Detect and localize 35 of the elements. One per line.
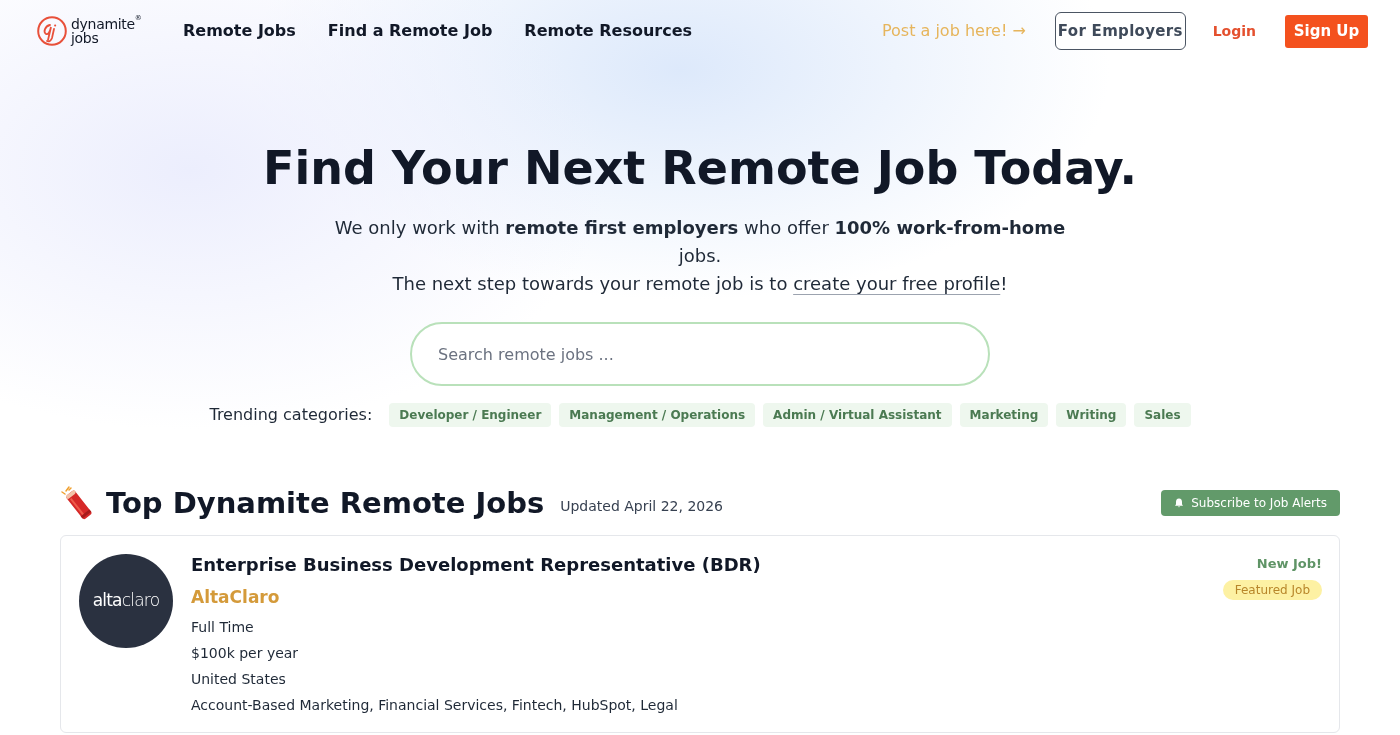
logo-text[interactable]: jobs xyxy=(71,31,142,45)
logo-text[interactable]: dynamite$^{®}$ xyxy=(71,17,142,31)
create-profile-link[interactable]: create your free profile xyxy=(793,273,1001,294)
job-detail: United States xyxy=(191,670,287,689)
hero-cta: The next step towards your remote job is to create your free profile! xyxy=(392,272,1008,296)
for-employers-button[interactable]: For Employers xyxy=(1054,12,1186,50)
category-chip[interactable]: Admin / Virtual Assistant xyxy=(763,403,952,427)
subscribe-button[interactable]: Subscribe to Job Alerts xyxy=(1161,490,1340,516)
logo-mark-icon[interactable] xyxy=(37,16,67,46)
trending-label: Trending categories: xyxy=(209,404,373,426)
job-card[interactable] xyxy=(60,535,1340,733)
hero-intro: We only work with remote first employers who offer 100% work-from-home jobs. xyxy=(333,216,1067,268)
company-logo: altaclaro xyxy=(79,554,173,648)
search-field[interactable]: Search remote jobs ... xyxy=(410,322,990,386)
hero-title: Find Your Next Remote Job Today. xyxy=(262,140,1138,197)
section-title: Top Dynamite Remote Jobs xyxy=(106,485,545,522)
bell-icon xyxy=(1174,498,1185,508)
job-detail: Full Time xyxy=(191,618,255,637)
job-detail: $100k per year xyxy=(191,644,300,663)
category-chip[interactable]: Marketing xyxy=(959,403,1049,427)
category-chip[interactable]: Developer / Engineer xyxy=(389,403,552,427)
new-job-label: New Job! xyxy=(1256,555,1322,573)
updated-date: Updated April 22, 2026 xyxy=(560,496,724,516)
category-chip[interactable]: Writing xyxy=(1056,403,1127,427)
nav-link[interactable]: Find a Remote Job xyxy=(327,19,493,43)
nav-link[interactable]: Remote Jobs xyxy=(183,19,296,43)
category-chip[interactable]: Management / Operations xyxy=(559,403,756,427)
company-name[interactable]: AltaClaro xyxy=(191,585,761,609)
sign-up-button[interactable]: Sign Up xyxy=(1285,14,1368,48)
nav-link[interactable]: Remote Resources xyxy=(524,19,693,43)
category-chip[interactable]: Sales xyxy=(1134,403,1191,427)
job-detail: Account-Based Marketing, Financial Services, Fintech, HubSpot, Legal xyxy=(191,696,679,715)
login-link[interactable]: Login xyxy=(1212,20,1256,42)
job-title[interactable]: Enterprise Business Development Representative (BDR) xyxy=(191,554,761,576)
featured-badge: Featured Job xyxy=(1222,580,1322,600)
